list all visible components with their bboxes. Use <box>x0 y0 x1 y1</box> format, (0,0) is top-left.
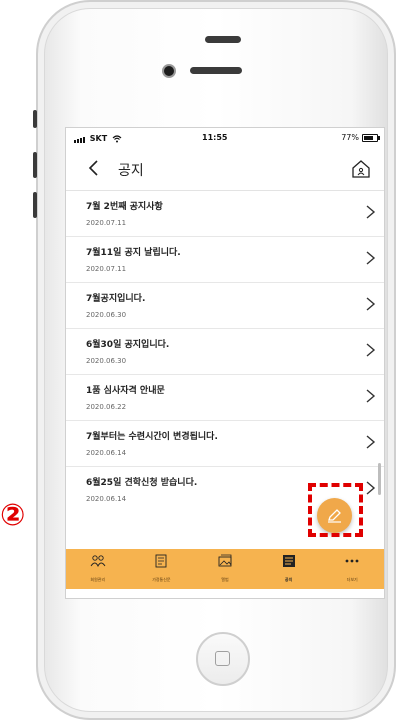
notice-icon <box>282 555 295 567</box>
top-speaker <box>205 36 241 43</box>
carrier-name: SKT <box>89 134 108 143</box>
status-bar: SKT 11:55 77% <box>66 128 384 148</box>
volume-up-button <box>33 152 37 178</box>
wifi-icon <box>112 134 122 142</box>
notice-date: 2020.06.14 <box>86 495 127 503</box>
device-home-button[interactable] <box>196 632 250 686</box>
tab-album[interactable]: 앨범 <box>193 549 257 589</box>
notice-row[interactable]: 7월 2번째 공지사항 2020.07.11 <box>66 191 384 237</box>
notice-row[interactable]: 7월11일 공지 날립니다. 2020.07.11 <box>66 237 384 283</box>
chevron-right-icon <box>366 205 376 219</box>
notice-title: 6월30일 공지입니다. <box>86 340 170 350</box>
tab-label: 회원관리 <box>90 577 106 582</box>
home-button[interactable] <box>350 158 372 180</box>
status-time: 11:55 <box>202 133 228 142</box>
mute-switch <box>33 110 37 128</box>
chevron-right-icon <box>366 389 376 403</box>
chevron-right-icon <box>366 297 376 311</box>
earpiece <box>190 67 242 74</box>
notice-row[interactable]: 7월공지입니다. 2020.06.30 <box>66 283 384 329</box>
chevron-right-icon <box>366 435 376 449</box>
tab-label: 공지 <box>284 577 293 582</box>
step-marker: ② <box>0 498 26 533</box>
highlight-box <box>308 483 363 537</box>
tab-label: 앨범 <box>221 577 229 582</box>
tab-newsletter[interactable]: 가정통신문 <box>130 549 194 589</box>
tab-notice[interactable]: 공지 <box>257 549 321 589</box>
notice-date: 2020.06.22 <box>86 403 127 411</box>
carrier-indicator: SKT <box>74 134 122 143</box>
battery-percent: 77% <box>341 133 359 142</box>
tab-more[interactable]: 더보기 <box>320 549 384 589</box>
chevron-left-icon <box>88 160 98 176</box>
notice-list: 7월 2번째 공지사항 2020.07.11 7월11일 공지 날립니다. 20… <box>66 191 384 512</box>
tab-label: 더보기 <box>346 577 358 582</box>
notice-title: 7월공지입니다. <box>86 294 146 304</box>
notice-date: 2020.07.11 <box>86 265 127 273</box>
page-title: 공지 <box>118 163 144 179</box>
notice-row[interactable]: 7월부터는 수련시간이 변경됩니다. 2020.06.14 <box>66 421 384 467</box>
notice-title: 7월11일 공지 날립니다. <box>86 248 181 258</box>
notice-date: 2020.07.11 <box>86 219 127 227</box>
notice-date: 2020.06.30 <box>86 357 127 365</box>
notice-title: 6월25일 견학신청 받습니다. <box>86 478 198 488</box>
scrollbar[interactable] <box>378 463 381 495</box>
battery-indicator: 77% <box>341 133 380 142</box>
chevron-right-icon <box>366 343 376 357</box>
notice-row[interactable]: 6월30일 공지입니다. 2020.06.30 <box>66 329 384 375</box>
tab-member-management[interactable]: 회원관리 <box>66 549 130 589</box>
chevron-right-icon <box>366 481 376 495</box>
people-icon <box>90 555 106 568</box>
more-icon <box>345 559 359 563</box>
document-icon <box>155 554 167 568</box>
battery-icon <box>362 133 380 142</box>
bottom-spacer <box>66 589 384 598</box>
notice-title: 7월 2번째 공지사항 <box>86 202 163 212</box>
bottom-tab-bar: 회원관리 가정통신문 앨범 공지 더보기 <box>66 549 384 589</box>
chevron-right-icon <box>366 251 376 265</box>
tab-label: 가정통신문 <box>152 577 171 582</box>
album-icon <box>218 554 232 567</box>
notice-title: 1품 심사자격 안내문 <box>86 386 165 396</box>
back-button[interactable] <box>84 158 104 178</box>
notice-title: 7월부터는 수련시간이 변경됩니다. <box>86 432 218 442</box>
front-camera <box>162 64 176 78</box>
notice-date: 2020.06.14 <box>86 449 127 457</box>
notice-date: 2020.06.30 <box>86 311 127 319</box>
home-icon <box>352 160 370 178</box>
signal-icon <box>74 134 86 143</box>
volume-down-button <box>33 192 37 218</box>
top-nav-bar: 공지 <box>66 148 384 191</box>
notice-row[interactable]: 1품 심사자격 안내문 2020.06.22 <box>66 375 384 421</box>
